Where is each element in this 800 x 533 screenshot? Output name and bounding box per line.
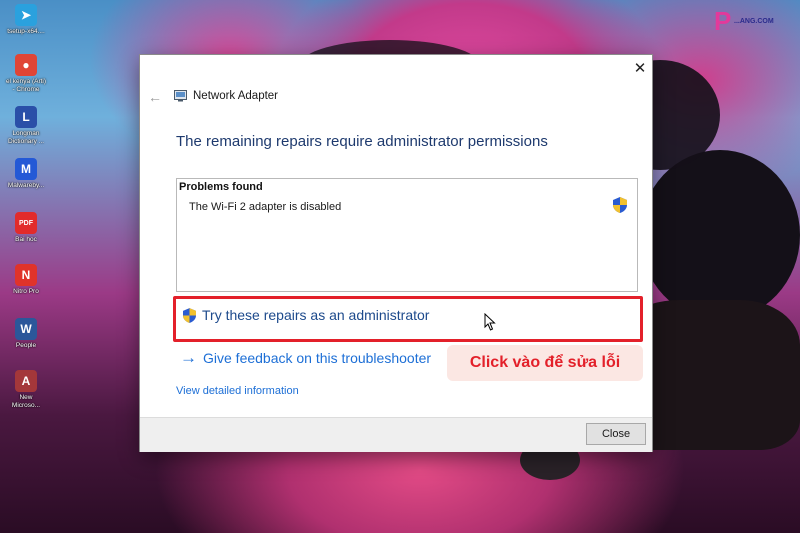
access-file-icon: A (15, 370, 37, 392)
desktop-shortcut-longman-dictionary[interactable]: L Longman Dictionary ... (2, 106, 50, 146)
pdf-file-icon: PDF (15, 212, 37, 234)
longman-dictionary-icon: L (15, 106, 37, 128)
desktop-shortcut-label: People (15, 342, 37, 349)
uac-shield-icon (613, 197, 627, 213)
dialog-footer: Close (140, 417, 652, 452)
desktop-shortcut-nitro-pro[interactable]: N Nitro Pro (2, 264, 50, 296)
logo-letter: P (714, 6, 732, 36)
desktop-shortcut-malwarebytes[interactable]: M Malwareby... (2, 158, 50, 190)
network-adapter-icon (174, 90, 187, 102)
desktop-shortcut-label: el kenya (Arti) - Chrome (5, 78, 47, 93)
chrome-icon: ● (15, 54, 37, 76)
desktop-shortcut-chrome[interactable]: ● el kenya (Arti) - Chrome (2, 54, 50, 94)
mouse-cursor-icon (484, 313, 496, 331)
desktop-shortcut-word-doc[interactable]: W People (2, 318, 50, 350)
malwarebytes-icon: M (15, 158, 37, 180)
annotation-callout: Click vào để sửa lỗi (447, 345, 643, 381)
desktop-shortcut-label: Malwareby... (7, 182, 45, 189)
give-feedback-link[interactable]: → Give feedback on this troubleshooter (180, 349, 431, 366)
close-button[interactable]: Close (586, 423, 646, 445)
brand-logo: P ...ANG.COM (714, 8, 794, 34)
telegram-icon: ➤ (15, 4, 37, 26)
troubleshooter-dialog: ✕ ← Network Adapter The remaining repair… (140, 55, 652, 452)
desktop-shortcut-label: Bai hoc (15, 236, 37, 243)
desktop-shortcut-label: tsetup-x64.... (7, 28, 45, 35)
highlight-box (173, 296, 643, 342)
feedback-link-label: Give feedback on this troubleshooter (203, 349, 432, 366)
background-smoke (640, 150, 800, 320)
word-doc-icon: W (15, 318, 37, 340)
problem-item: The Wi-Fi 2 adapter is disabled (189, 201, 342, 213)
desktop-shortcut-pdf-file[interactable]: PDF Bai hoc (2, 212, 50, 244)
logo-text: ...ANG.COM (734, 18, 774, 25)
desktop-shortcut-telegram[interactable]: ➤ tsetup-x64.... (2, 4, 50, 36)
window-title-row: Network Adapter (174, 90, 278, 102)
window-title: Network Adapter (193, 90, 279, 102)
arrow-right-icon: → (180, 348, 197, 367)
desktop-shortcut-label: New Microso... (11, 394, 41, 409)
nitro-pro-icon: N (15, 264, 37, 286)
callout-text: Click vào để sửa lỗi (469, 354, 621, 371)
back-arrow-icon[interactable]: ← (148, 89, 162, 105)
desktop-shortcut-access-file[interactable]: A New Microso... (2, 370, 50, 410)
page-heading: The remaining repairs require administra… (176, 133, 548, 150)
close-icon[interactable]: ✕ (632, 61, 648, 77)
desktop-shortcut-label: Nitro Pro (13, 288, 39, 295)
desktop-shortcut-label: Longman Dictionary ... (7, 130, 45, 145)
problems-found-box: Problems found The Wi-Fi 2 adapter is di… (176, 178, 638, 292)
problems-header: Problems found (179, 181, 263, 193)
view-detailed-information-link[interactable]: View detailed information (176, 385, 299, 397)
